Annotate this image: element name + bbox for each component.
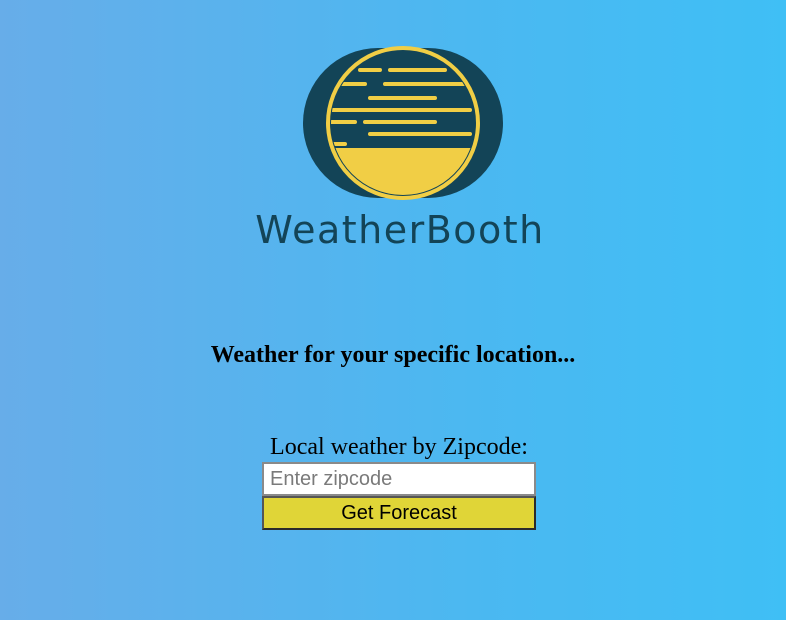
brand-logo: WeatherBooth	[230, 40, 570, 260]
get-forecast-button[interactable]: Get Forecast	[262, 496, 536, 530]
brand-wordmark: WeatherBooth	[255, 208, 545, 252]
page-tagline: Weather for your specific location...	[210, 342, 576, 368]
sun-cloud-logo-icon	[303, 46, 503, 200]
zipcode-label: Local weather by Zipcode:	[270, 434, 528, 460]
zipcode-input[interactable]	[262, 462, 536, 496]
zipcode-form: Local weather by Zipcode: Get Forecast	[262, 432, 536, 530]
